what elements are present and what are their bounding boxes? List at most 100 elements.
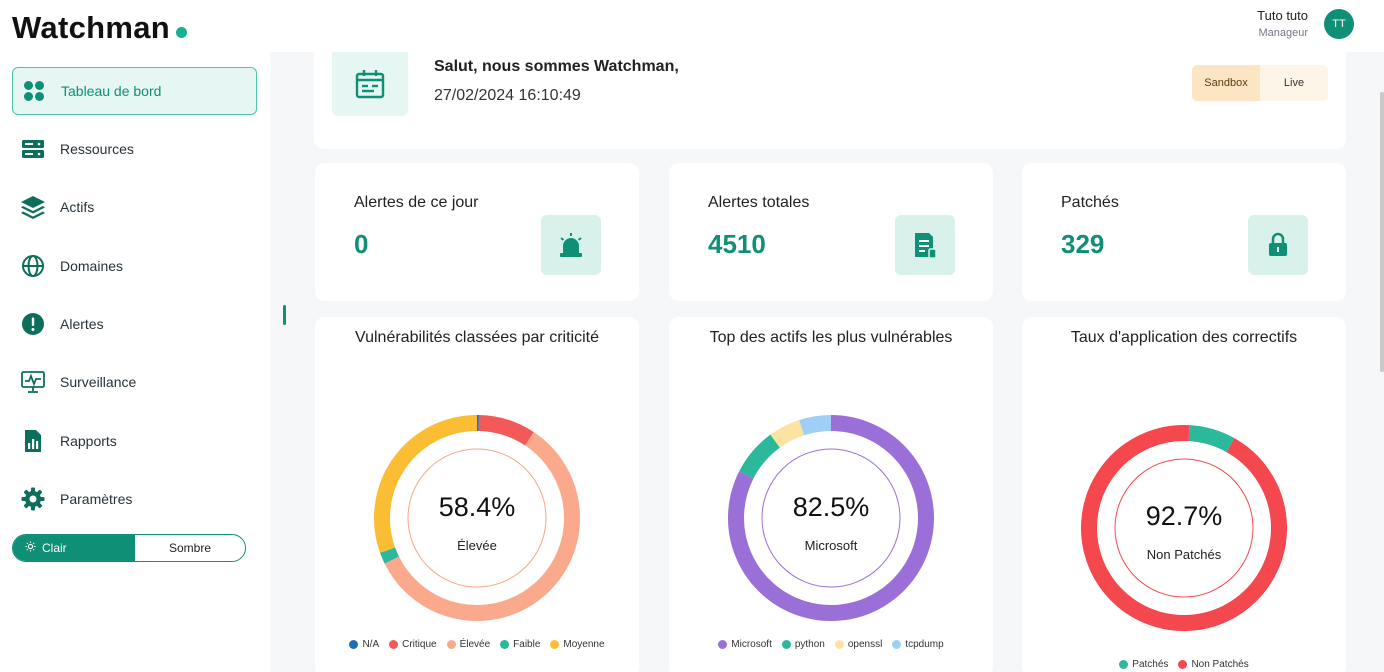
legend-item[interactable]: N/A [349, 639, 379, 650]
chart-patch-rate: Taux d'application des correctifs 92.7% … [1022, 317, 1346, 672]
greeting: Salut, nous sommes Watchman, [434, 58, 679, 75]
chart-center-value: 82.5% [792, 492, 870, 522]
sidebar-item-label: Alertes [60, 316, 104, 332]
sidebar-item-reports[interactable]: Rapports [12, 417, 257, 465]
theme-toggle[interactable]: Clair Sombre [12, 534, 246, 562]
legend-label: Élevée [459, 639, 491, 650]
legend-item[interactable]: openssl [834, 639, 882, 650]
sun-icon [25, 541, 36, 555]
legend-item[interactable]: python [781, 639, 825, 650]
donut-slice-patch-s[interactable] [1188, 425, 1235, 453]
sidebar-item-monitoring[interactable]: Surveillance [12, 358, 257, 406]
legend-label: N/A [362, 639, 380, 650]
chart-top-vulnerable-assets: Top des actifs les plus vulnérables 82.5… [669, 317, 993, 672]
main-content: Salut, nous sommes Watchman, 27/02/2024 … [270, 52, 1384, 672]
document-icon [895, 215, 955, 275]
legend-label: Patchés [1132, 659, 1169, 670]
server-icon [20, 136, 46, 162]
donut-slice-python[interactable] [739, 434, 781, 479]
brand-name: Watchman [12, 10, 170, 45]
donut-slice-tcpdump[interactable] [799, 415, 832, 436]
chart-center-value: 92.7% [1145, 501, 1223, 531]
chart-legend: N/A Critique Élevée Faible Moyenne [325, 639, 629, 650]
env-sandbox-option[interactable]: Sandbox [1192, 65, 1260, 101]
theme-light-option[interactable]: Clair [13, 535, 135, 561]
user-name: Tuto tuto [1257, 8, 1308, 23]
legend-dot-icon [892, 640, 902, 649]
chart-title: Vulnérabilités classées par criticité [355, 329, 599, 346]
sidebar-item-domains[interactable]: Domaines [12, 242, 257, 290]
legend-dot-icon [550, 640, 560, 649]
legend-label: Faible [513, 639, 541, 650]
brand-dot-icon [176, 27, 187, 38]
stat-card-today-alerts: Alertes de ce jour 0 [315, 163, 639, 301]
chart-legend: Microsoft python openssl tcpdump [679, 639, 983, 650]
report-icon [20, 428, 46, 454]
legend-dot-icon [389, 640, 399, 649]
sidebar: Tableau de bord Ressources Actifs Domain… [0, 52, 270, 672]
sidebar-item-label: Paramètres [60, 491, 133, 507]
brand-logo[interactable]: Watchman [12, 10, 187, 46]
legend-item[interactable]: Moyenne [550, 639, 605, 650]
sidebar-item-dashboard[interactable]: Tableau de bord [12, 67, 257, 115]
environment-toggle[interactable]: Sandbox Live [1192, 65, 1328, 101]
legend-item[interactable]: Microsoft [718, 639, 772, 650]
calendar-icon [332, 52, 408, 116]
page-scrollbar[interactable] [1380, 92, 1384, 372]
stat-value: 0 [354, 229, 369, 259]
legend-dot-icon [718, 640, 728, 649]
stat-card-patched: Patchés 329 [1022, 163, 1346, 301]
alert-icon [20, 311, 46, 337]
sidebar-item-resources[interactable]: Ressources [12, 125, 257, 173]
legend-label: python [794, 639, 825, 650]
legend-item[interactable]: Élevée [446, 639, 491, 650]
donut-slice-critique[interactable] [478, 415, 534, 446]
sidebar-item-settings[interactable]: Paramètres [12, 475, 257, 523]
chart-center-label: Élevée [457, 538, 497, 553]
user-role: Manageur [1258, 27, 1308, 39]
avatar[interactable]: TT [1324, 8, 1354, 39]
sidebar-item-label: Actifs [60, 199, 95, 215]
legend-label: Critique [402, 639, 437, 650]
chart-legend: Patchés Non Patchés [1032, 659, 1336, 670]
user-menu[interactable]: Tuto tuto Manageur TT [1257, 8, 1354, 39]
theme-dark-option[interactable]: Sombre [135, 535, 245, 561]
scroll-indicator [283, 305, 286, 325]
chart-title: Top des actifs les plus vulnérables [709, 329, 953, 346]
stat-title: Patchés [1061, 194, 1119, 211]
legend-item[interactable]: tcpdump [892, 639, 944, 650]
legend-label: Microsoft [731, 639, 772, 650]
chart-center-label: Non Patchés [1146, 547, 1222, 562]
donut-slice-moyenne[interactable] [374, 415, 478, 553]
stat-title: Alertes de ce jour [354, 194, 479, 211]
welcome-card: Salut, nous sommes Watchman, 27/02/2024 … [314, 52, 1346, 149]
layers-icon [20, 194, 46, 220]
legend-dot-icon [500, 640, 510, 649]
stat-value: 329 [1061, 229, 1105, 259]
legend-dot-icon [1178, 660, 1188, 669]
lock-icon [1248, 215, 1308, 275]
env-live-option[interactable]: Live [1260, 65, 1328, 101]
legend-item[interactable]: Patchés [1119, 659, 1168, 670]
legend-item[interactable]: Critique [389, 639, 437, 650]
donut-slice-openssl[interactable] [770, 420, 805, 448]
legend-label: Non Patchés [1191, 659, 1249, 670]
stat-value: 4510 [708, 229, 766, 259]
sidebar-item-label: Surveillance [60, 374, 137, 390]
stat-title: Alertes totales [708, 194, 810, 211]
sidebar-item-alerts[interactable]: Alertes [12, 300, 257, 348]
chart-vulnerabilities-by-severity: Vulnérabilités classées par criticité 58… [315, 317, 639, 672]
theme-dark-label: Sombre [168, 541, 212, 555]
legend-dot-icon [446, 640, 456, 649]
legend-dot-icon [834, 640, 844, 649]
legend-item[interactable]: Non Patchés [1178, 659, 1249, 670]
legend-dot-icon [781, 640, 791, 649]
legend-label: tcpdump [905, 639, 944, 650]
sidebar-item-assets[interactable]: Actifs [12, 183, 257, 231]
legend-label: Moyenne [563, 639, 605, 650]
sidebar-item-label: Rapports [60, 433, 117, 449]
chart-title: Taux d'application des correctifs [1070, 329, 1298, 346]
legend-item[interactable]: Faible [500, 639, 540, 650]
stat-card-total-alerts: Alertes totales 4510 [669, 163, 993, 301]
theme-light-label: Clair [42, 541, 67, 555]
